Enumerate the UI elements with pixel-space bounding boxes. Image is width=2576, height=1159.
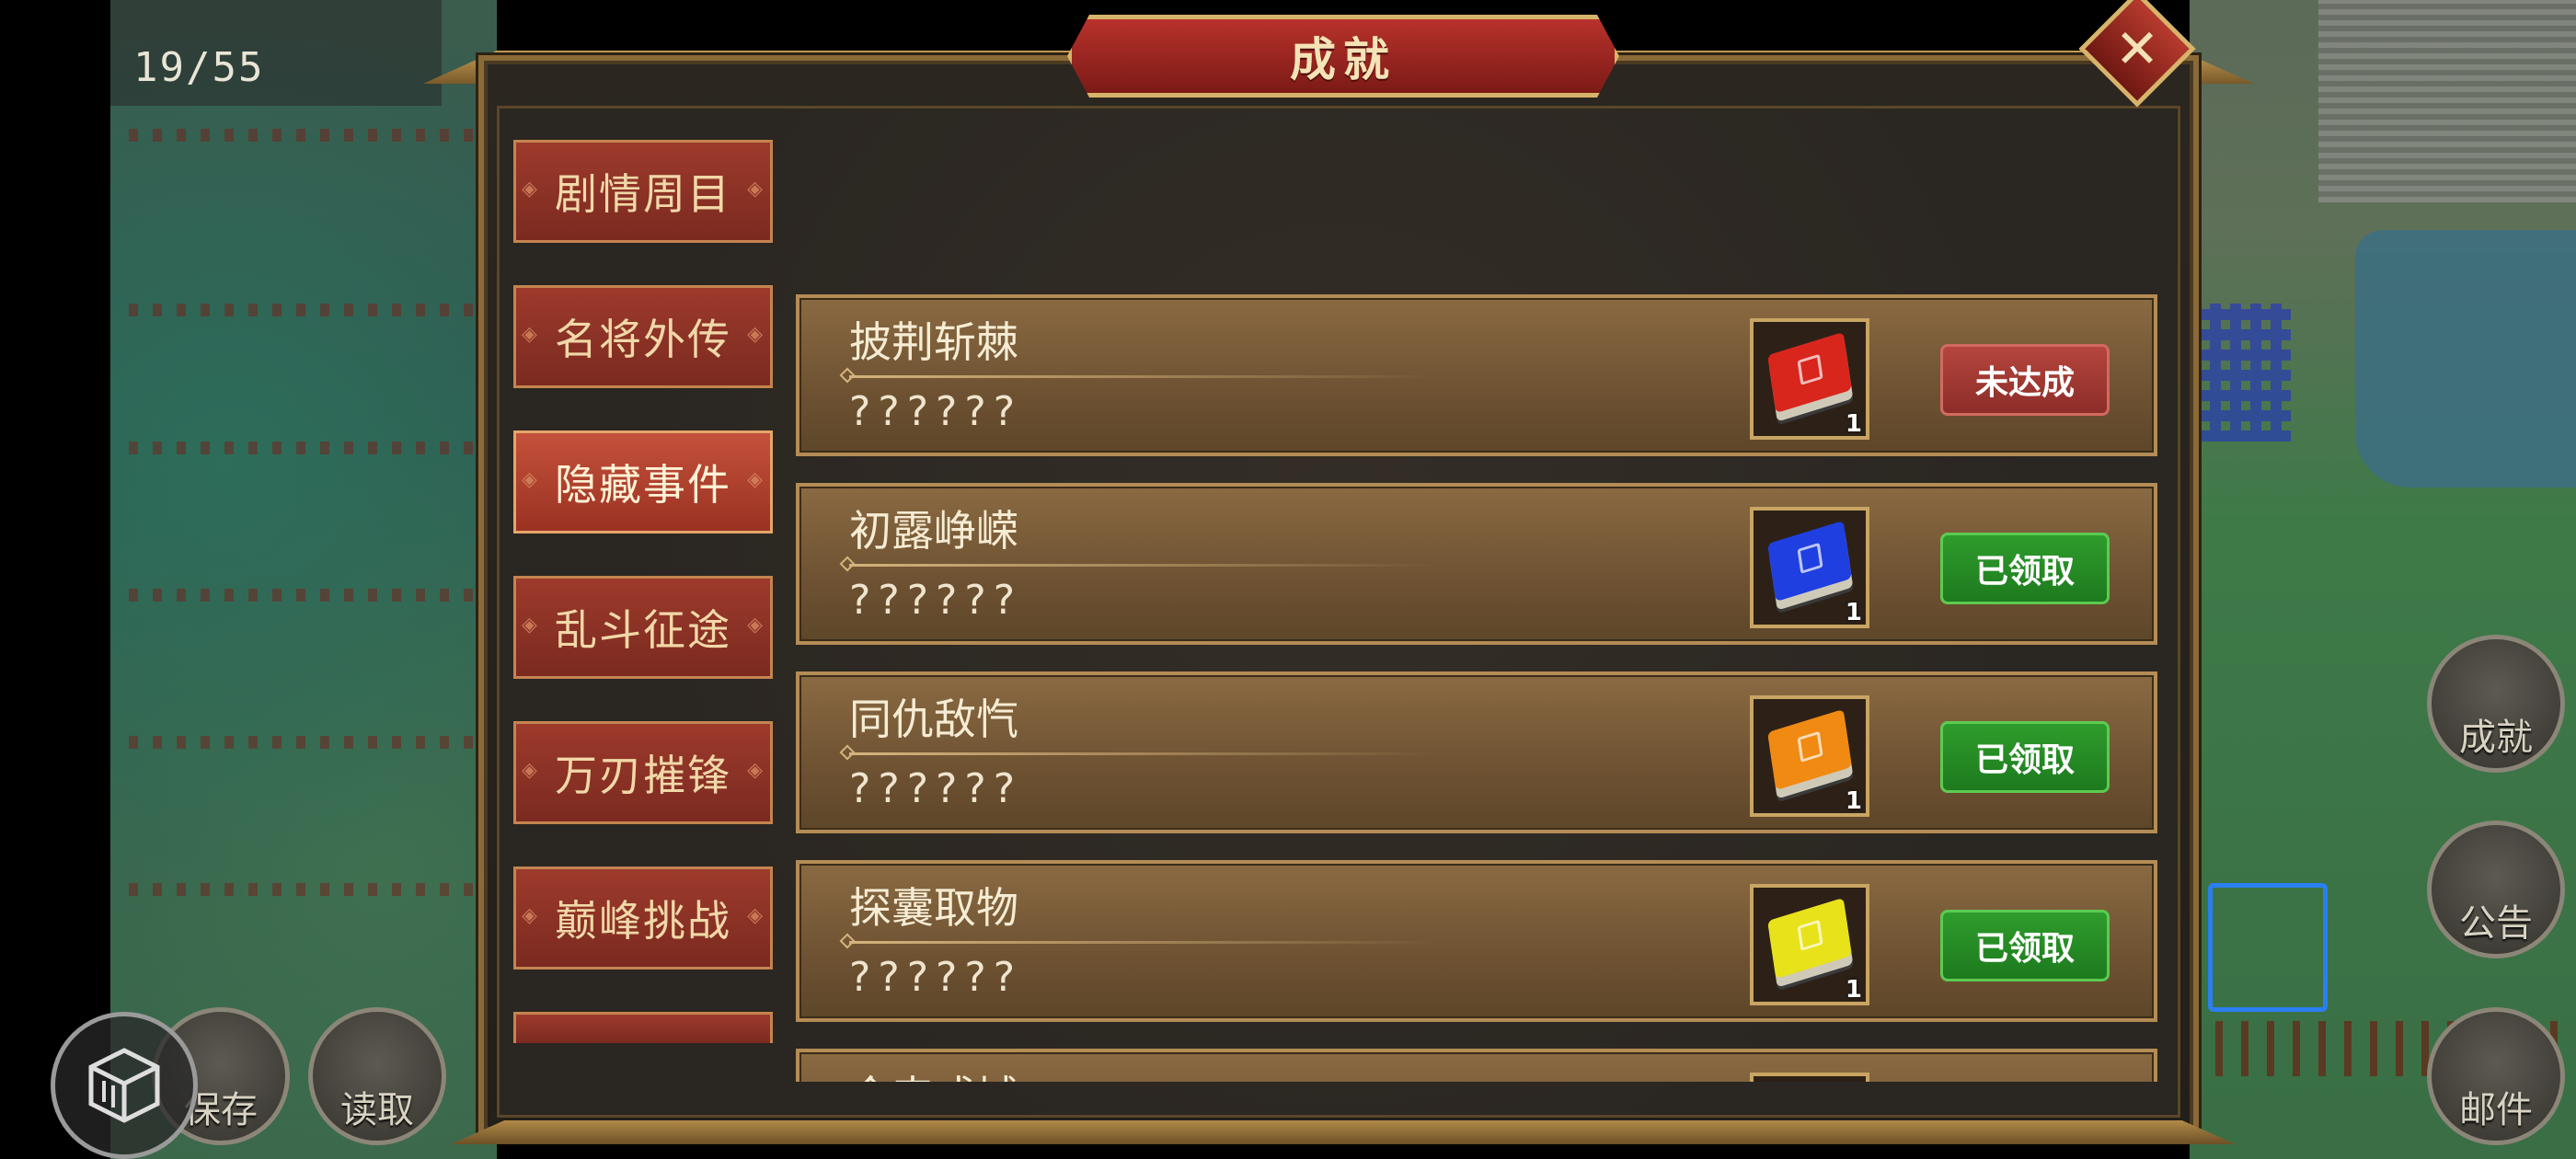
close-icon: ✕ — [2114, 17, 2160, 80]
achievement-item: 同仇敌忾 ?????? 1 已领取 — [796, 671, 2157, 833]
dialog-title: 成就 — [1290, 32, 1397, 86]
tab-peak-challenge[interactable]: 巅峰挑战 — [513, 866, 773, 970]
orange-book-icon — [1767, 708, 1852, 791]
movement-grid — [2190, 304, 2291, 442]
reward-quantity: 1 — [1845, 599, 1862, 626]
status-badge: 已领取 — [1940, 910, 2110, 981]
tab-more[interactable] — [513, 1012, 773, 1043]
achievement-description: ?????? — [849, 577, 1023, 624]
tab-famous-generals[interactable]: 名将外传 — [513, 285, 773, 388]
reward-slot[interactable]: 1 — [1750, 318, 1869, 440]
achievement-name: 披荆斩棘 — [849, 317, 1018, 367]
divider-line — [849, 564, 1438, 567]
yellow-book-icon — [1767, 897, 1852, 980]
reward-slot[interactable]: 1 — [1750, 507, 1869, 628]
reward-quantity: 1 — [1845, 976, 1862, 1004]
mail-button-label: 邮件 — [2459, 1089, 2533, 1131]
achievement-name: 探囊取物 — [849, 883, 1018, 933]
reward-slot[interactable]: 1 — [1750, 695, 1869, 817]
achievement-name: 今来成城 — [849, 1063, 1018, 1082]
reward-quantity: 1 — [1845, 787, 1862, 815]
divider-line — [849, 375, 1438, 378]
achievement-item: 初露峥嵘 ?????? 1 已领取 — [796, 483, 2157, 645]
achievement-item: 探囊取物 ?????? 1 已领取 — [796, 860, 2157, 1022]
divider-line — [849, 752, 1438, 755]
achievement-name: 初露峥嵘 — [849, 506, 1018, 556]
achievements-button[interactable]: 成就 — [2427, 635, 2565, 773]
cube-icon — [88, 1048, 160, 1123]
reward-slot[interactable] — [1750, 1073, 1869, 1082]
achievement-description: ?????? — [849, 765, 1023, 812]
tab-blade-assault[interactable]: 万刃摧锋 — [513, 721, 773, 824]
city-wall — [2318, 0, 2576, 202]
mail-button[interactable]: 邮件 — [2427, 1007, 2565, 1145]
achievements-button-label: 成就 — [2459, 717, 2533, 759]
reward-quantity: 1 — [1845, 410, 1862, 438]
achievement-item: 今来成城 — [796, 1049, 2157, 1082]
achievement-list[interactable]: 披荆斩棘 ?????? 1 未达成 初露峥嵘 ?????? 1 已领取 同仇敌忾… — [796, 285, 2157, 1082]
menu-cube-button[interactable] — [51, 1012, 198, 1159]
status-badge: 已领取 — [1940, 533, 2110, 604]
announcement-button-label: 公告 — [2459, 902, 2533, 945]
load-button-label: 读取 — [340, 1089, 414, 1131]
announcement-button[interactable]: 公告 — [2427, 820, 2565, 958]
tab-melee-journey[interactable]: 乱斗征途 — [513, 576, 773, 679]
achievement-description: ?????? — [849, 954, 1023, 1001]
river — [2355, 230, 2576, 488]
achievement-name: 同仇敌忾 — [849, 694, 1018, 744]
reward-slot[interactable]: 1 — [1750, 884, 1869, 1005]
achievement-description: ?????? — [849, 388, 1023, 435]
load-button[interactable]: 读取 — [308, 1007, 446, 1145]
battle-map-right — [2190, 0, 2576, 1159]
modal-bottom-rail — [451, 1120, 2236, 1144]
divider-line — [849, 941, 1438, 944]
tab-story-cycle[interactable]: 剧情周目 — [513, 140, 773, 243]
blue-book-icon — [1767, 520, 1852, 602]
dialog-title-plate: 成就 — [1067, 15, 1619, 98]
status-badge: 已领取 — [1940, 721, 2110, 793]
tile-selector — [2208, 883, 2328, 1012]
achievement-item: 披荆斩棘 ?????? 1 未达成 — [796, 294, 2157, 456]
battle-map-left — [110, 0, 497, 1159]
turn-counter: 19/55 — [133, 44, 265, 91]
tab-hidden-events[interactable]: 隐藏事件 — [513, 430, 773, 534]
red-book-icon — [1767, 331, 1852, 414]
status-badge: 未达成 — [1940, 344, 2110, 416]
